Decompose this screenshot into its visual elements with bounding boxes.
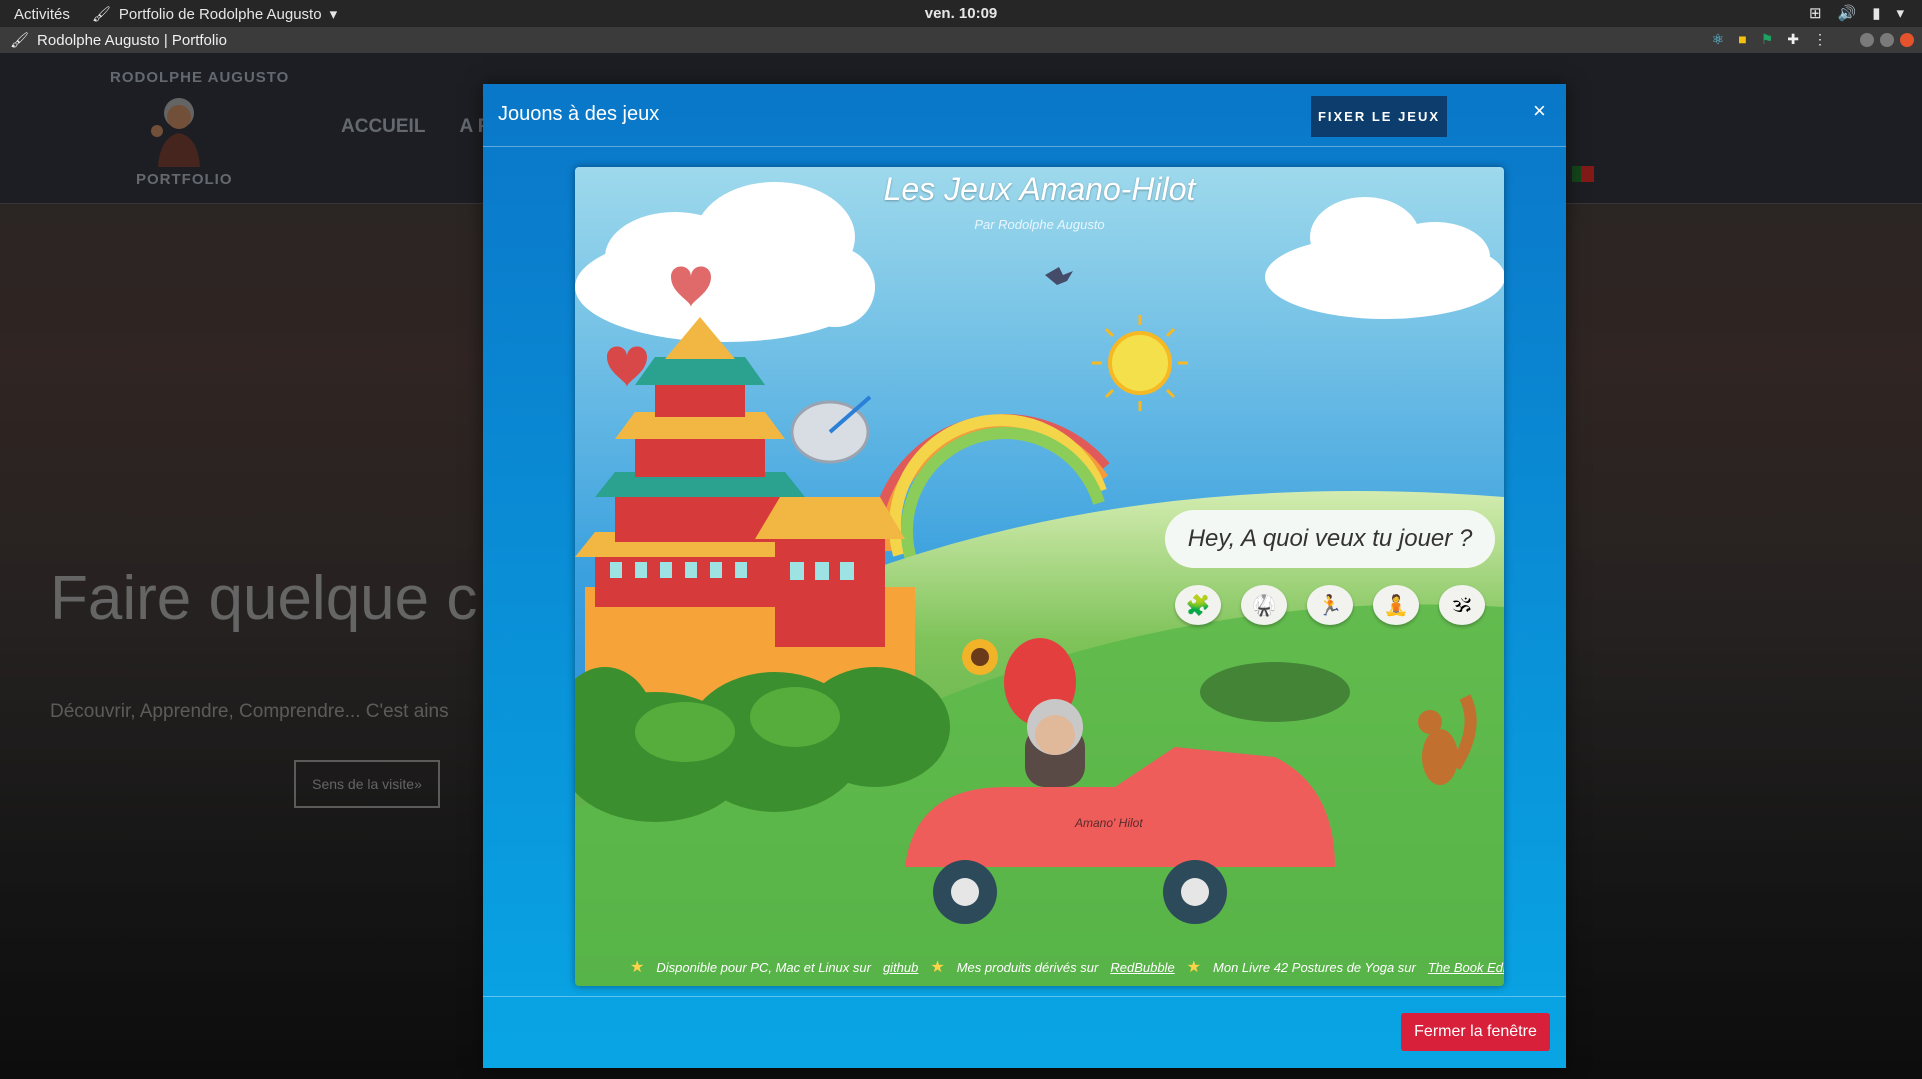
martial-arts-game-icon[interactable]: 🥋 [1241, 585, 1287, 625]
yoga-game-icon[interactable]: 🧘 [1373, 585, 1419, 625]
footer-text: Mes produits dérivés sur [956, 959, 1099, 975]
github-link[interactable]: github [883, 960, 918, 975]
running-game-icon[interactable]: 🏃 [1307, 585, 1353, 625]
app-icon: 🖌 [91, 6, 111, 23]
window-title-bar: 🖌 Rodolphe Augusto | Portfolio ⚛ ■ ⚑ ✚ ⋮ [0, 27, 1922, 53]
speech-bubble: Hey, A quoi veux tu jouer ? [1165, 510, 1495, 568]
book-edition-link[interactable]: The Book Edition [1428, 960, 1504, 975]
games-modal: Jouons à des jeux FIXER LE JEUX × Amano'… [483, 84, 1566, 1068]
maximize-button[interactable] [1880, 33, 1894, 47]
sunflower [962, 639, 998, 675]
window-close-button[interactable] [1900, 33, 1914, 47]
star-icon: ★ [930, 959, 945, 976]
star-icon: ★ [1186, 959, 1202, 976]
fix-game-button[interactable]: FIXER LE JEUX [1311, 96, 1447, 137]
volume-icon[interactable]: 🔊 [1838, 4, 1857, 22]
game-footer: ★ Disponible pour PC, Mac et Linux sur g… [630, 957, 1504, 977]
clock[interactable]: ven. 10:09 [925, 5, 998, 22]
app-menu[interactable]: 🖌 Portfolio de Rodolphe Augusto ▾ [91, 5, 338, 24]
modal-header: Jouons à des jeux FIXER LE JEUX × [483, 84, 1566, 147]
meditation-game-icon[interactable]: 🕉 [1439, 585, 1485, 625]
game-scene: Amano' Hilot [575, 167, 1504, 986]
window-title: Rodolphe Augusto | Portfolio [37, 31, 227, 49]
ground-shadow [1200, 662, 1350, 722]
flag-extension-icon[interactable]: ⚑ [1761, 31, 1774, 48]
extension-icons: ⚛ ■ ⚑ ✚ ⋮ [1712, 31, 1827, 48]
app-menu-label: Portfolio de Rodolphe Augusto [118, 5, 322, 23]
star-icon: ★ [630, 959, 645, 976]
footer-text: Mon Livre 42 Postures de Yoga sur [1213, 959, 1416, 975]
battery-icon[interactable]: ▮ [1872, 4, 1880, 22]
car-label: Amano' Hilot [1074, 816, 1143, 830]
system-top-bar: Activités 🖌 Portfolio de Rodolphe August… [0, 0, 1922, 27]
close-window-button[interactable]: Fermer la fenêtre [1401, 1013, 1550, 1051]
favicon-icon: 🖌 [10, 32, 30, 49]
activities-button[interactable]: Activités [14, 6, 70, 23]
game-subtitle: Par Rodolphe Augusto [974, 217, 1105, 232]
puzzle-game-icon[interactable]: 🧩 [1175, 585, 1221, 625]
network-icon[interactable]: ⊞ [1809, 4, 1822, 22]
game-frame[interactable]: Amano' Hilot Les Jeux Amano-Hilot Par Ro… [575, 167, 1504, 986]
react-extension-icon[interactable]: ⚛ [1712, 31, 1725, 48]
kebab-menu-icon[interactable]: ⋮ [1813, 31, 1827, 48]
modal-title: Jouons à des jeux [498, 103, 660, 125]
minimize-button[interactable] [1860, 33, 1874, 47]
game-title: Les Jeux Amano-Hilot [883, 171, 1196, 207]
chevron-down-icon: ▾ [329, 6, 338, 23]
extension-icon[interactable]: ■ [1738, 31, 1746, 48]
redbubble-link[interactable]: RedBubble [1110, 960, 1174, 975]
close-icon[interactable]: × [1533, 98, 1546, 124]
puzzle-extension-icon[interactable]: ✚ [1787, 31, 1799, 48]
chevron-down-icon[interactable]: ▾ [1896, 4, 1904, 22]
game-choices: 🧩 🥋 🏃 🧘 🕉 [1175, 585, 1485, 625]
footer-text: Disponible pour PC, Mac et Linux sur [656, 959, 871, 975]
system-tray: ⊞ 🔊 ▮ ▾ [1809, 4, 1904, 22]
